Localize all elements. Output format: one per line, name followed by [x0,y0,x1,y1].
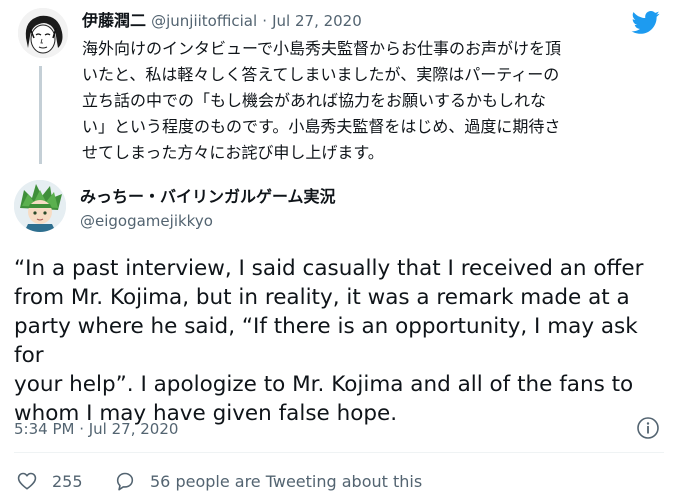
parent-display-name[interactable]: 伊藤潤二 [82,11,146,30]
main-avatar[interactable] [14,180,66,232]
people-tweeting-label: 56 people are Tweeting about this [150,471,423,491]
like-count: 255 [52,471,83,491]
parent-header: 伊藤潤二 @junjiitofficial · Jul 27, 2020 [82,10,362,32]
parent-text-line: せてしまった方々にお詫び申し上げます。 [82,143,384,162]
tweet-timestamp[interactable]: 5:34 PM · Jul 27, 2020 [14,420,178,438]
separator-dot: · [262,12,268,30]
people-tweeting-link[interactable]: 56 people are Tweeting about this [114,468,422,494]
parent-handle[interactable]: @junjiitofficial [151,12,257,30]
parent-avatar[interactable] [18,8,68,58]
info-icon[interactable] [636,416,660,440]
speech-bubble-icon [116,472,134,491]
main-handle[interactable]: @eigogamejikkyo [80,210,213,232]
parent-text-line: い」という程度のものです。小島秀夫監督をはじめ、過度に期待さ [82,117,561,136]
parent-tweet-text: 海外向けのインタビューで小島秀夫監督からお仕事のお声がけを頂 いたと、私は軽々し… [82,36,654,166]
like-button[interactable]: 255 [16,468,83,494]
heart-icon [17,472,37,490]
main-text-line: “In a past interview, I said casually th… [14,256,644,281]
tweet-card: 伊藤潤二 @junjiitofficial · Jul 27, 2020 海外向… [0,0,678,502]
main-text-line: party where he said, “If there is an opp… [14,314,638,368]
main-text-line: your help”. I apologize to Mr. Kojima an… [14,372,634,397]
thread-line [39,66,42,164]
parent-text-line: いたと、私は軽々しく答えてしまいましたが、実際はパーティーの [82,65,560,84]
parent-date[interactable]: Jul 27, 2020 [272,12,362,30]
parent-text-line: 立ち話の中での「もし機会があれば協力をお願いするかもしれな [82,91,547,110]
divider [14,452,664,453]
main-text-line: from Mr. Kojima, but in reality, it was … [14,285,630,310]
twitter-bird-icon[interactable] [630,8,662,36]
main-tweet-text: “In a past interview, I said casually th… [14,254,664,428]
parent-text-line: 海外向けのインタビューで小島秀夫監督からお仕事のお声がけを頂 [82,39,562,58]
main-display-name[interactable]: みっちー・バイリンガルゲーム実況 [80,186,336,208]
